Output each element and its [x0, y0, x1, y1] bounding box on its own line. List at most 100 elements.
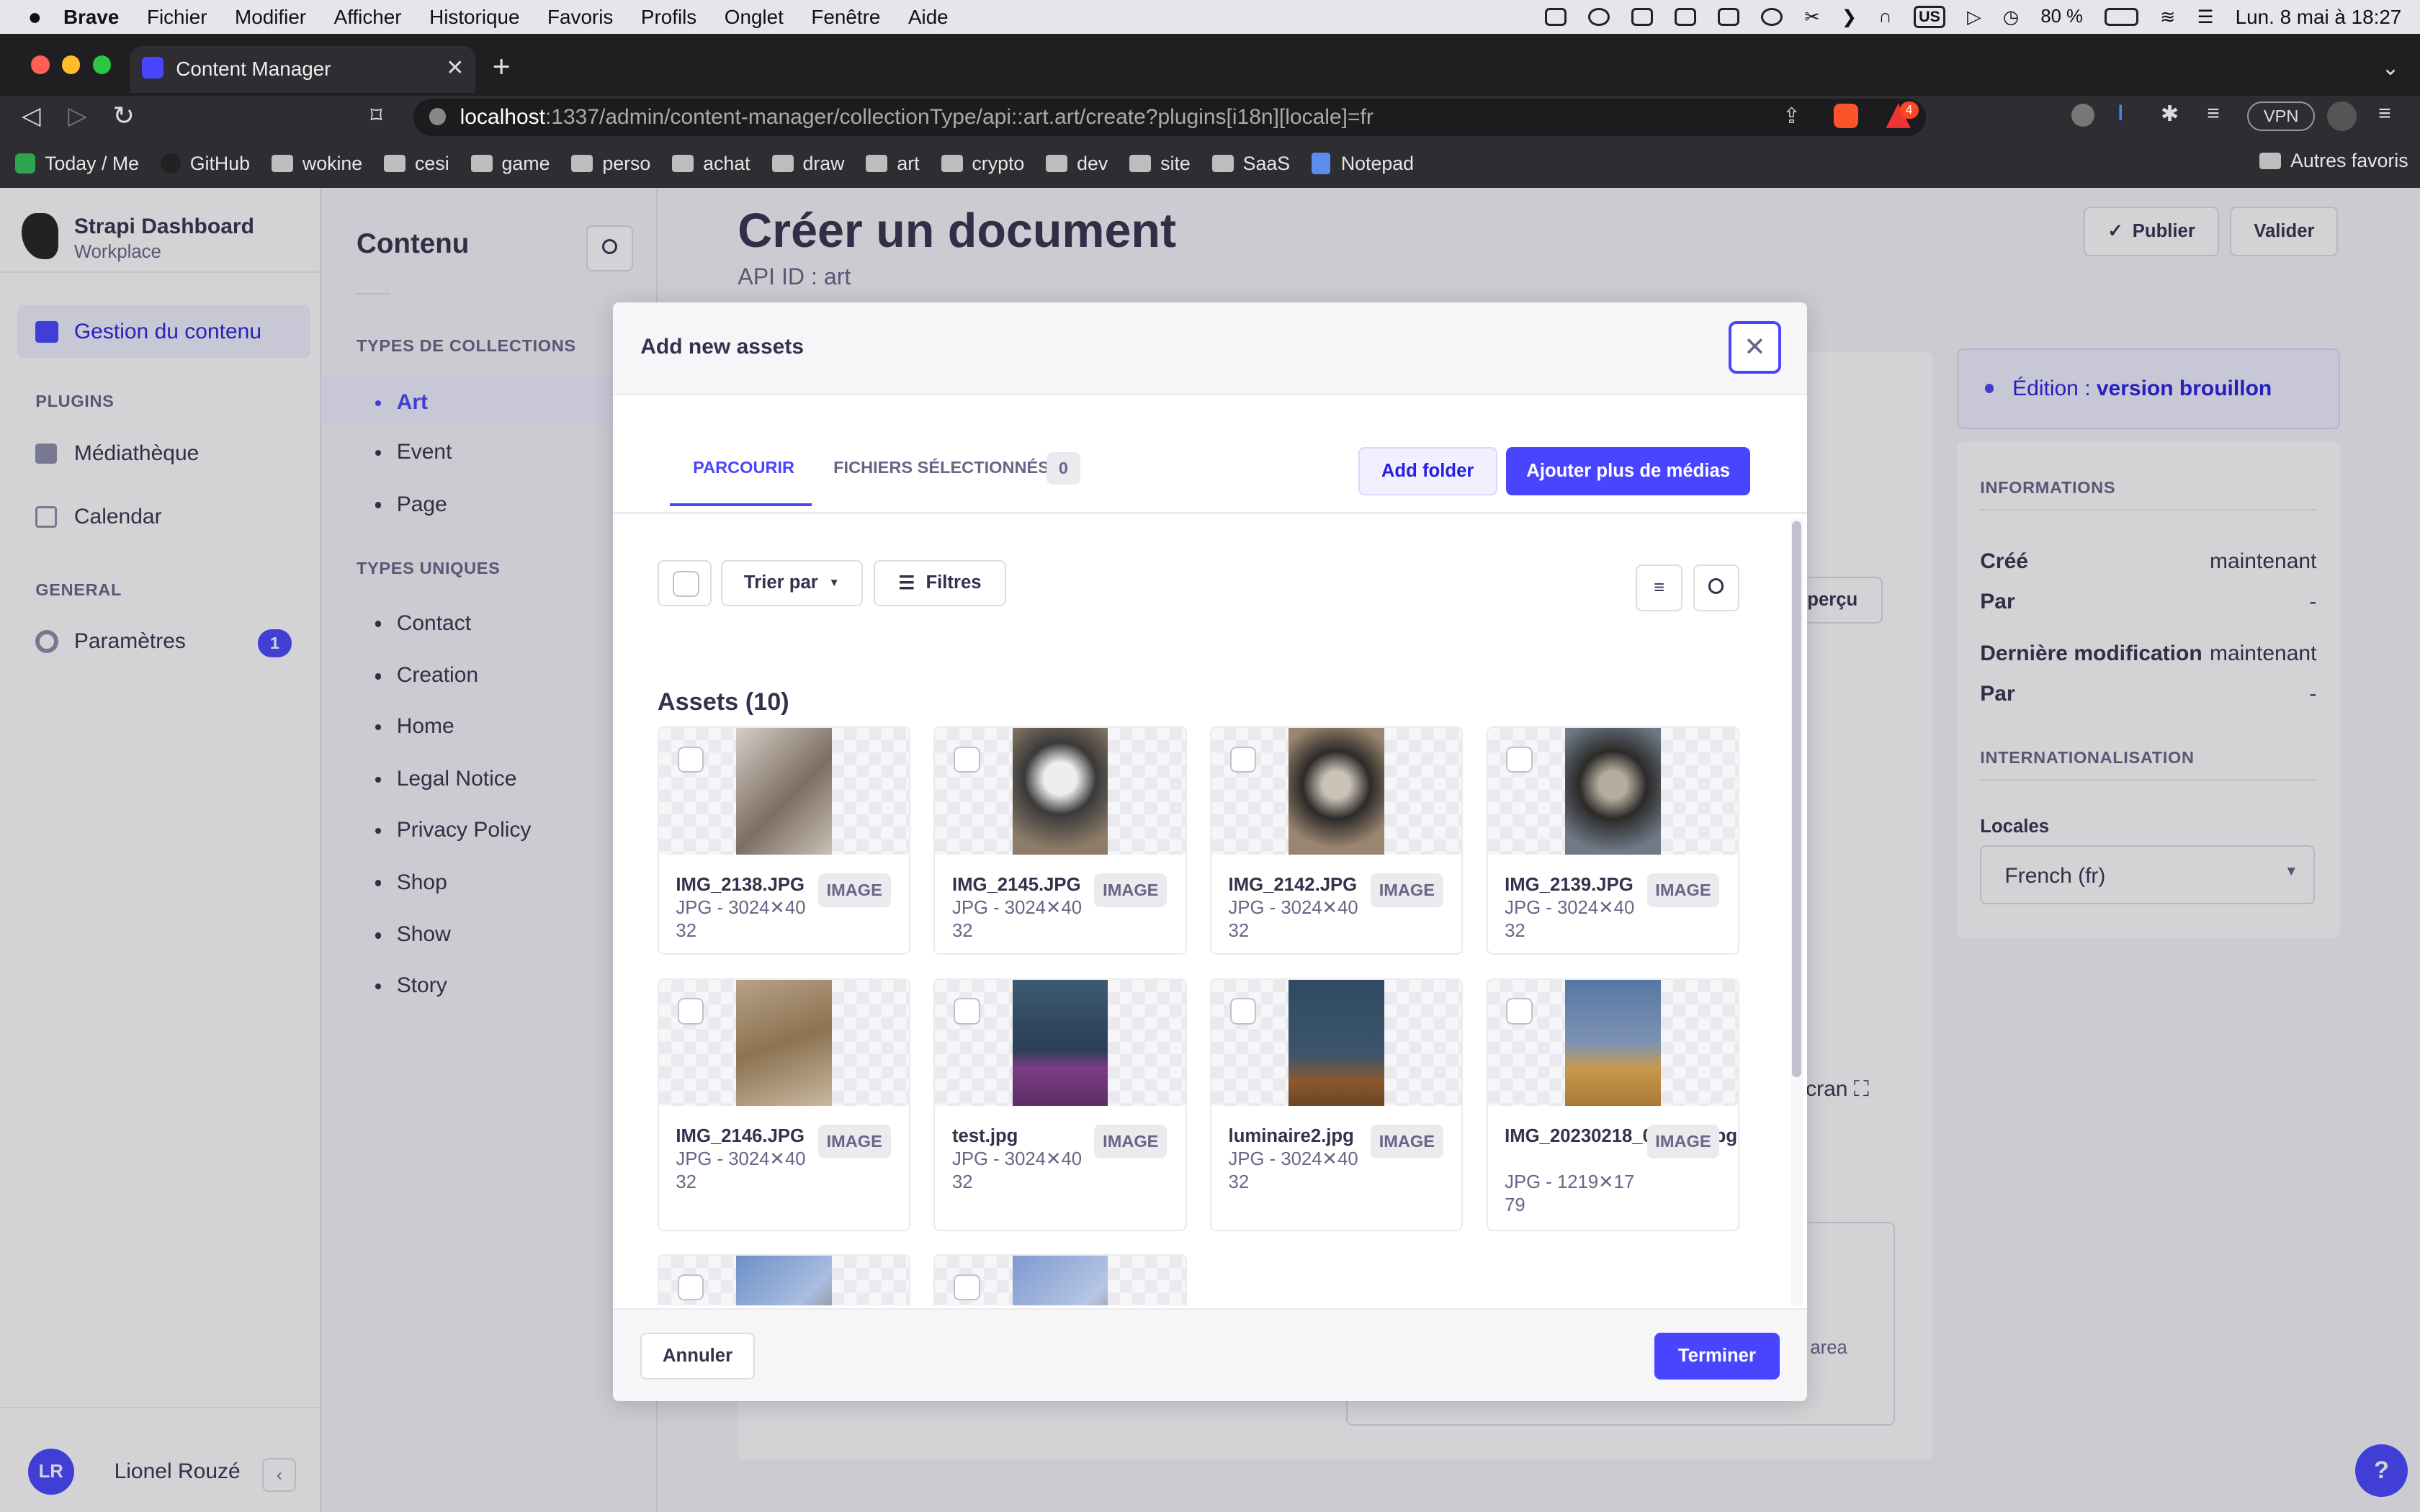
bookmark-notepad[interactable]: Notepad [1312, 153, 1414, 175]
bookmark-folder[interactable]: dev [1046, 153, 1108, 175]
bookmark-folder[interactable]: perso [571, 153, 650, 175]
select-all-checkbox[interactable] [673, 570, 699, 598]
wifi-icon[interactable]: ≋ [2160, 6, 2176, 28]
status-icon[interactable] [1545, 7, 1567, 27]
extension-icon[interactable] [2071, 103, 2094, 127]
scrollbar-thumb[interactable] [1791, 521, 1801, 1077]
asset-card[interactable]: luminaire2.jpg JPG - 3024✕4032 IMAGE [1209, 978, 1464, 1231]
minimize-window-button[interactable] [61, 55, 81, 74]
finish-button[interactable]: Terminer [1654, 1333, 1780, 1380]
chevron-icon[interactable]: ❯ [1842, 6, 1857, 28]
tab-selected-files[interactable]: FICHIERS SÉLECTIONNÉS [833, 458, 1049, 477]
status-icon[interactable] [1588, 7, 1610, 27]
add-more-media-button[interactable]: Ajouter plus de médias [1506, 447, 1750, 495]
brave-shields-icon[interactable] [1833, 103, 1858, 128]
battery-icon[interactable] [2104, 7, 2139, 27]
asset-checkbox[interactable] [954, 998, 980, 1025]
bookmark-folder[interactable]: site [1129, 153, 1191, 175]
bookmark-folder[interactable]: draw [771, 153, 844, 175]
menu-icon[interactable]: ≡ [2378, 102, 2391, 126]
asset-checkbox[interactable] [954, 1274, 980, 1301]
cancel-button[interactable]: Annuler [640, 1333, 755, 1380]
headphones-icon[interactable]: ∩ [1878, 6, 1891, 27]
shield-icon[interactable] [1718, 7, 1740, 27]
scrollbar-track[interactable] [1790, 518, 1803, 1305]
status-icon[interactable] [1631, 7, 1654, 27]
zoom-window-button[interactable] [92, 55, 112, 74]
asset-checkbox[interactable] [1229, 998, 1257, 1025]
asset-checkbox[interactable] [677, 998, 704, 1025]
asset-card[interactable]: IMG_20230218_084621.jpg JPG - 1219✕1779 … [1486, 978, 1739, 1231]
menu-item-tab[interactable]: Onglet [725, 6, 784, 29]
asset-card[interactable]: IMG_2142.JPG JPG - 3024✕4032 IMAGE [1209, 726, 1464, 955]
reading-list-icon[interactable]: ≡ [2207, 102, 2220, 126]
menu-item-favorites[interactable]: Favoris [547, 6, 613, 29]
menu-item-edit[interactable]: Modifier [235, 6, 306, 29]
asset-checkbox[interactable] [1506, 998, 1533, 1025]
asset-card[interactable]: IMG_2138.JPG JPG - 3024✕4032 IMAGE [657, 726, 911, 955]
folder-icon [384, 155, 406, 172]
scissors-icon[interactable]: ✂ [1804, 6, 1820, 28]
browser-tab[interactable]: Content Manager [130, 46, 475, 93]
other-bookmarks[interactable]: Autres favoris [2259, 150, 2408, 172]
share-icon[interactable]: ⇪ [1783, 104, 1801, 129]
filters-button[interactable]: ☰ Filtres [873, 559, 1007, 607]
bookmark-folder[interactable]: game [470, 153, 550, 175]
menu-item-window[interactable]: Fenêtre [811, 6, 880, 29]
menu-item-view[interactable]: Afficher [334, 6, 402, 29]
close-tab-icon[interactable]: ✕ [446, 55, 464, 81]
keyboard-layout[interactable]: US [1913, 6, 1946, 29]
forward-icon[interactable]: ▷ [68, 102, 86, 130]
bookmark-github[interactable]: GitHub [161, 153, 250, 175]
menu-item-profiles[interactable]: Profils [641, 6, 696, 29]
bookmark-folder[interactable]: SaaS [1211, 153, 1290, 175]
shield-icon[interactable] [1675, 7, 1697, 27]
divider [612, 512, 1808, 514]
bookmark-folder[interactable]: achat [672, 153, 750, 175]
bookmark-icon[interactable]: ⌑ [370, 102, 382, 129]
new-tab-icon[interactable]: + [493, 50, 511, 85]
time-machine-icon[interactable]: ◷ [2003, 6, 2019, 28]
bookmark-folder[interactable]: crypto [941, 153, 1024, 175]
url-bar[interactable]: localhost:1337/admin/content-manager/col… [413, 99, 1927, 136]
menu-item-file[interactable]: Fichier [147, 6, 207, 29]
asset-checkbox[interactable] [1229, 746, 1257, 773]
menu-item-help[interactable]: Aide [908, 6, 949, 29]
site-info-icon[interactable] [429, 108, 447, 125]
close-window-button[interactable] [30, 55, 50, 74]
close-icon[interactable]: ✕ [1728, 320, 1781, 374]
extension-icon[interactable]: ǀ [2118, 102, 2123, 126]
bookmark-folder[interactable]: cesi [384, 153, 449, 175]
asset-card[interactable]: IMG_2145.JPG JPG - 3024✕4032 IMAGE [933, 726, 1187, 955]
reload-icon[interactable]: ↻ [112, 100, 135, 131]
asset-card[interactable]: IMG_2139.JPG JPG - 3024✕4032 IMAGE [1486, 726, 1739, 955]
asset-card[interactable]: IMG_2146.JPG JPG - 3024✕4032 IMAGE [657, 978, 911, 1231]
apple-icon[interactable]: ● [28, 4, 42, 30]
extensions-puzzle-icon[interactable]: ✱ [2161, 102, 2179, 127]
vpn-button[interactable]: VPN [2247, 102, 2316, 132]
play-icon[interactable]: ▷ [1967, 6, 1981, 28]
asset-checkbox[interactable] [677, 1274, 704, 1301]
bookmark-today[interactable]: Today / Me [15, 153, 139, 175]
search-button[interactable] [1693, 564, 1739, 611]
tab-list-chevron-icon[interactable]: ⌄ [2381, 55, 2399, 81]
back-icon[interactable]: ◁ [22, 102, 40, 130]
asset-checkbox[interactable] [954, 746, 980, 773]
bookmark-folder[interactable]: art [866, 153, 920, 175]
asset-card[interactable] [933, 1254, 1187, 1305]
asset-checkbox[interactable] [1506, 746, 1533, 773]
bookmark-folder[interactable]: wokine [272, 153, 362, 175]
asset-card[interactable] [657, 1254, 911, 1305]
menu-app-name[interactable]: Brave [63, 6, 119, 29]
menu-item-history[interactable]: Historique [429, 6, 519, 29]
asset-card[interactable]: test.jpg JPG - 3024✕4032 IMAGE [933, 978, 1187, 1231]
profile-avatar[interactable] [2327, 102, 2357, 132]
add-folder-button[interactable]: Add folder [1358, 447, 1497, 495]
sort-button[interactable]: Trier par ▼ [720, 559, 863, 607]
control-center-icon[interactable]: ☰ [2197, 6, 2214, 28]
tab-browse[interactable]: PARCOURIR [693, 458, 794, 477]
clock[interactable]: Lun. 8 mai à 18:27 [2236, 6, 2402, 29]
asset-checkbox[interactable] [677, 746, 704, 773]
list-view-toggle[interactable]: ≡ [1636, 564, 1682, 611]
status-icon[interactable] [1761, 7, 1783, 27]
